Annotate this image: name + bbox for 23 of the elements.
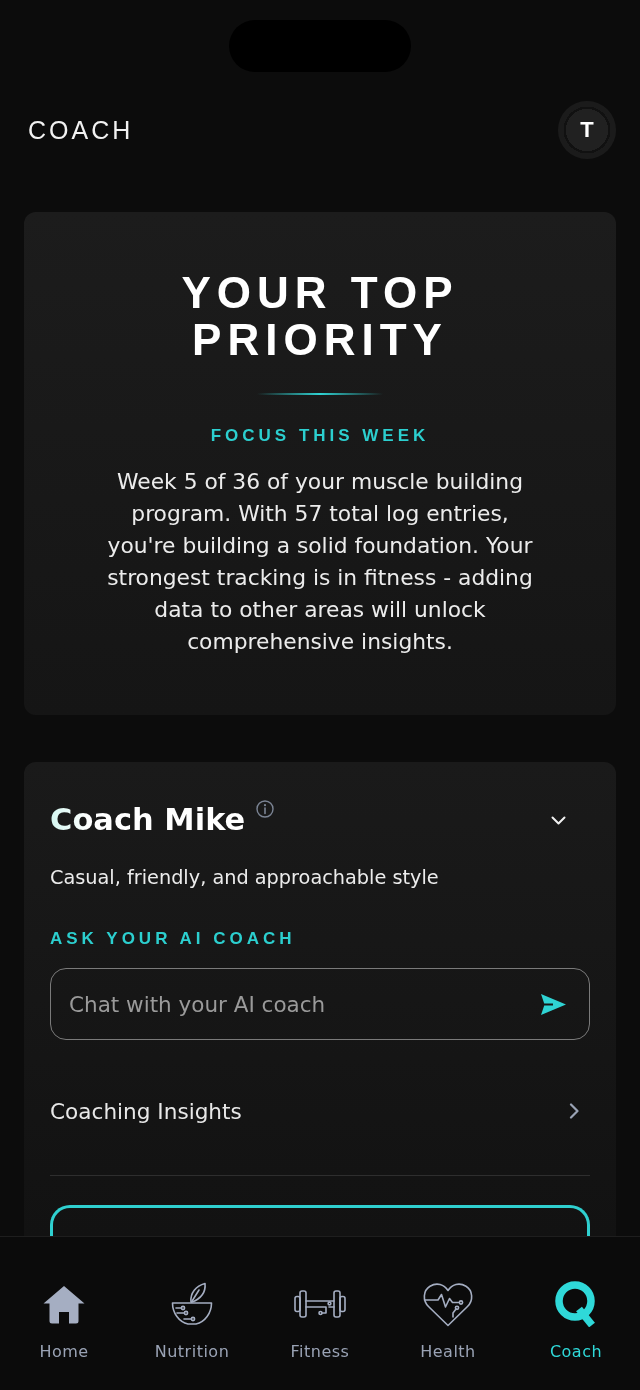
bowl-leaf-icon xyxy=(171,1282,213,1326)
tab-item[interactable]: Coach xyxy=(512,1237,640,1390)
coach-description: Casual, friendly, and approachable style xyxy=(50,866,440,890)
chevron-down-icon[interactable] xyxy=(551,816,566,825)
send-icon[interactable] xyxy=(541,994,566,1015)
house-icon xyxy=(43,1284,85,1324)
q-logo-icon xyxy=(554,1281,598,1327)
tab-item[interactable]: Fitness xyxy=(256,1237,384,1390)
priority-title: YOUR TOP PRIORITY xyxy=(180,269,460,363)
tab-item[interactable]: Home xyxy=(0,1237,128,1390)
info-icon[interactable] xyxy=(256,800,275,818)
tab-item[interactable]: Health xyxy=(384,1237,512,1390)
chat-input-field[interactable]: Chat with your AI coach xyxy=(50,968,590,1040)
page-title: COACH xyxy=(28,115,134,145)
focus-label: FOCUS THIS WEEK xyxy=(210,425,430,447)
ask-coach-label: ASK YOUR AI COACH xyxy=(50,928,297,950)
dumbbell-icon xyxy=(294,1290,346,1318)
heart-pulse-icon xyxy=(422,1281,474,1327)
tab-item[interactable]: Nutrition xyxy=(128,1237,256,1390)
profile-avatar-button[interactable]: T xyxy=(558,101,616,159)
priority-text: Week 5 of 36 of your muscle building program. With 57 total log entries, you're building a solid foundation. Your strongest tracking is in fitness - adding data to other areas will unlock comprehensive insights. xyxy=(106,468,534,656)
chevron-right-icon xyxy=(569,1103,579,1119)
coaching-insights-link[interactable]: Coaching Insights xyxy=(50,1072,590,1150)
